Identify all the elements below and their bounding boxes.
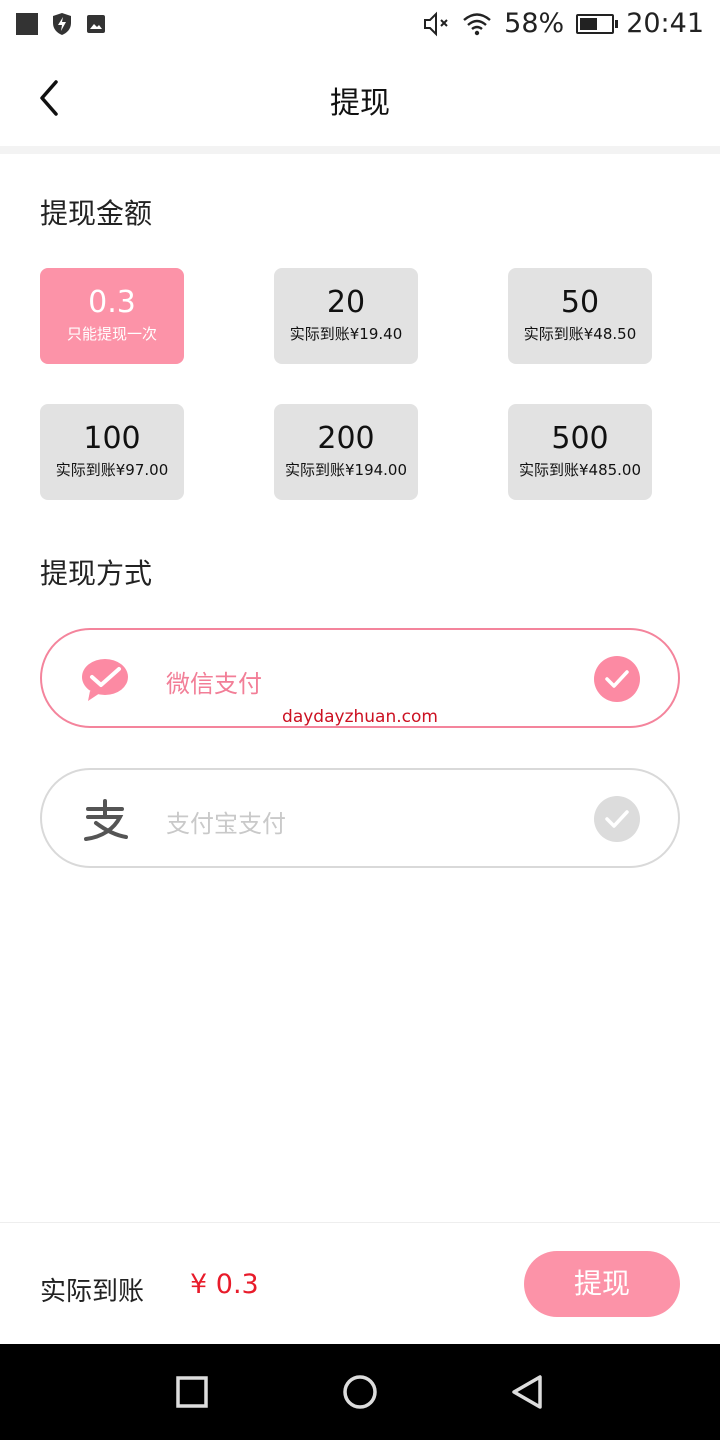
amount-option-0.3[interactable]: 0.3 只能提现一次: [40, 268, 184, 364]
amount-option-200[interactable]: 200 实际到账¥194.00: [274, 404, 418, 500]
amount-option-20[interactable]: 20 实际到账¥19.40: [274, 268, 418, 364]
status-icons-right: 58% 20:41: [422, 8, 704, 39]
amount-value: 100: [83, 421, 141, 456]
amount-option-100[interactable]: 100 实际到账¥97.00: [40, 404, 184, 500]
amount-value: 500: [551, 421, 609, 456]
amount-value: 0.3: [88, 285, 136, 320]
shield-icon: [53, 13, 71, 35]
wechat-pay-icon: [82, 659, 128, 701]
clock: 20:41: [626, 8, 704, 39]
amount-value: 20: [326, 285, 366, 320]
recent-apps-icon[interactable]: [172, 1372, 212, 1412]
total-label: 实际到账: [40, 1277, 145, 1307]
amount-option-500[interactable]: 500 实际到账¥485.00: [508, 404, 652, 500]
status-icons-left: [16, 12, 106, 36]
amount-note: 实际到账¥97.00: [55, 461, 169, 479]
pay-option-label: 微信支付: [166, 670, 262, 698]
back-triangle-icon[interactable]: [508, 1372, 548, 1412]
nav-bar: 提现: [0, 50, 720, 154]
check-circle-icon: [594, 656, 640, 702]
watermark-text: daydayzhuan.com: [282, 707, 438, 727]
amount-note: 实际到账¥194.00: [284, 461, 408, 479]
amount-note: 实际到账¥485.00: [518, 461, 642, 479]
status-bar: 58% 20:41: [0, 0, 720, 50]
method-section-title: 提现方式: [40, 557, 153, 590]
check-circle-icon: [594, 796, 640, 842]
system-nav-bar: [0, 1344, 720, 1440]
alipay-icon: [84, 799, 128, 841]
alipay-option[interactable]: 支付宝支付: [40, 768, 680, 868]
amount-note: 实际到账¥48.50: [523, 325, 637, 343]
total-value: ¥ 0.3: [190, 1269, 259, 1300]
pay-option-label: 支付宝支付: [166, 810, 286, 838]
home-icon[interactable]: [340, 1372, 380, 1412]
amount-note: 只能提现一次: [66, 325, 157, 343]
amount-note: 实际到账¥19.40: [289, 325, 403, 343]
battery-icon: [576, 13, 619, 34]
amount-section-title: 提现金额: [40, 197, 153, 230]
amount-option-50[interactable]: 50 实际到账¥48.50: [508, 268, 652, 364]
image-icon: [87, 15, 105, 33]
battery-percent: 58%: [504, 8, 565, 39]
wifi-icon: [463, 12, 491, 35]
amount-value: 200: [317, 421, 375, 456]
page-title: 提现: [330, 86, 390, 121]
notification-square-icon: [16, 13, 38, 35]
mute-icon: [424, 11, 448, 36]
amount-value: 50: [560, 285, 600, 320]
withdraw-button[interactable]: 提现: [524, 1251, 680, 1317]
bottom-bar: 实际到账 ¥ 0.3 提现: [0, 1222, 720, 1345]
